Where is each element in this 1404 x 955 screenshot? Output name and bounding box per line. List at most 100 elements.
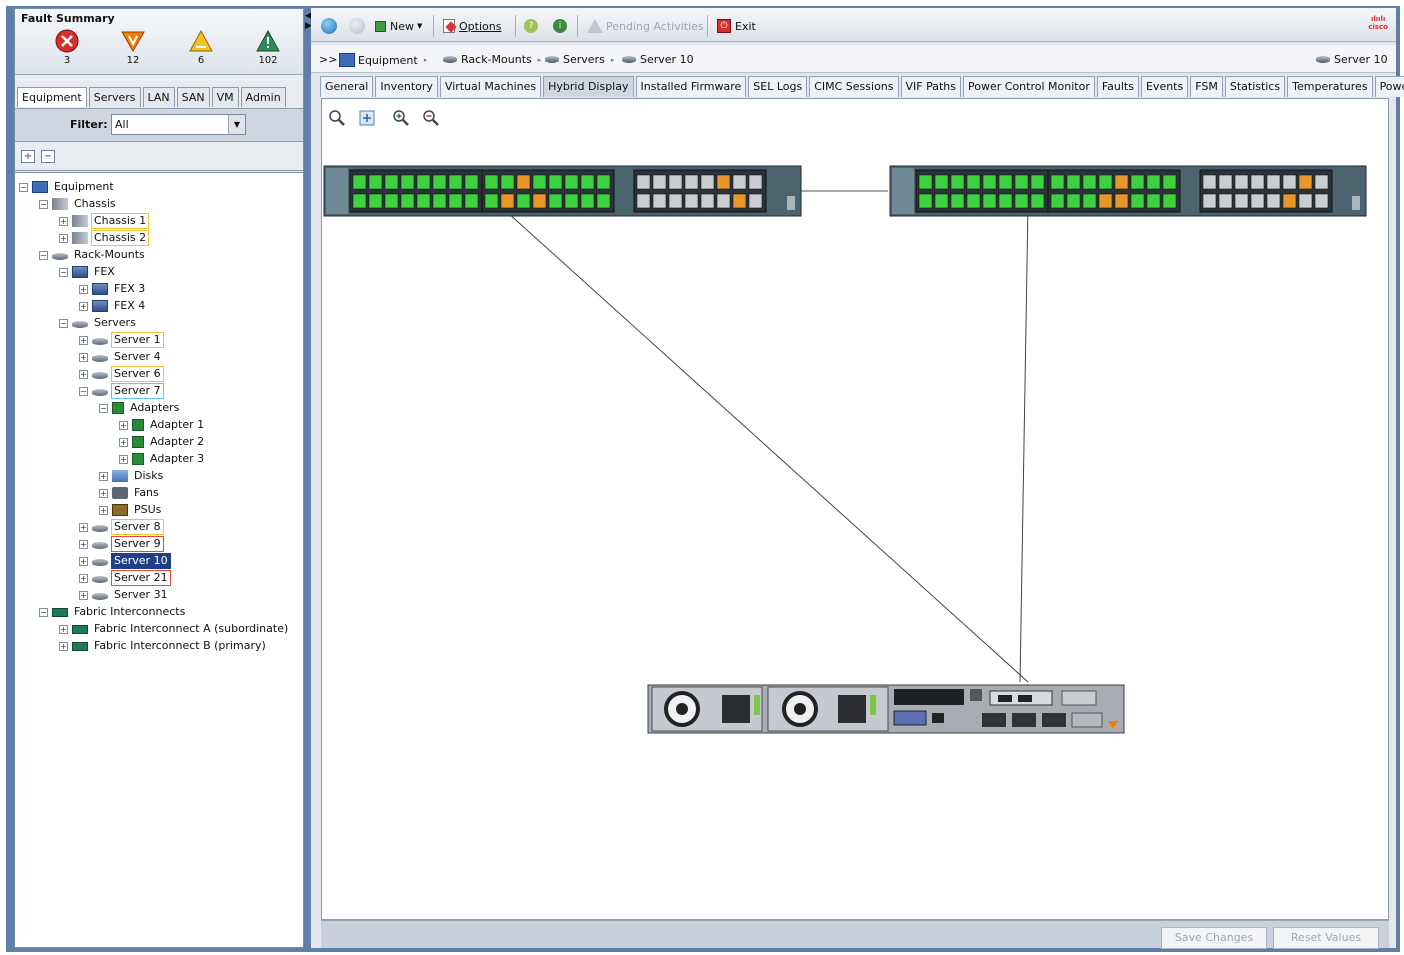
save-changes-button[interactable]: Save Changes — [1161, 927, 1267, 949]
tree-node-adapters[interactable]: − Adapters — [99, 400, 182, 416]
collapse-icon[interactable]: − — [59, 267, 68, 277]
collapse-icon[interactable]: − — [39, 199, 48, 209]
tree-node-server-8[interactable]: + Server 8 — [79, 519, 164, 535]
fabric-interconnect-a-device[interactable] — [323, 165, 802, 217]
breadcrumb-server-10[interactable]: Server 10 — [622, 53, 694, 66]
tree-node-server-6[interactable]: + Server 6 — [79, 366, 164, 382]
tree-node-fans[interactable]: + Fans — [99, 485, 162, 501]
collapse-icon[interactable]: − — [99, 403, 108, 413]
expand-icon[interactable]: + — [79, 284, 88, 294]
collapse-icon[interactable]: − — [39, 607, 48, 617]
fault-warning[interactable]: 102 — [248, 29, 288, 66]
nav-tab-vm[interactable]: VM — [211, 87, 239, 107]
help-button[interactable]: ? — [524, 17, 538, 35]
tree-node-fabric-interconnect-b[interactable]: + Fabric Interconnect B (primary) — [59, 638, 269, 654]
info-button[interactable]: i — [553, 17, 567, 35]
expand-icon[interactable]: + — [79, 352, 88, 362]
exit-button[interactable]: ⏻ Exit — [717, 17, 756, 35]
fault-critical[interactable]: 3 — [47, 29, 87, 66]
tab-cimc-sessions[interactable]: CIMC Sessions — [809, 76, 899, 97]
expand-icon[interactable]: + — [79, 539, 88, 549]
tree-node-server-7[interactable]: − Server 7 — [79, 383, 164, 399]
expand-icon[interactable]: + — [79, 301, 88, 311]
tree-node-adapter-1[interactable]: + Adapter 1 — [119, 417, 207, 433]
nav-tab-lan[interactable]: LAN — [142, 87, 175, 107]
tab-installed-firmware[interactable]: Installed Firmware — [635, 76, 747, 97]
expand-icon[interactable]: + — [59, 233, 68, 243]
tab-power-control-monitor[interactable]: Power Control Monitor — [963, 76, 1095, 97]
tab-events[interactable]: Events — [1140, 76, 1189, 97]
collapse-all-icon[interactable]: − — [41, 150, 55, 163]
tree-node-server-9[interactable]: + Server 9 — [79, 536, 164, 552]
reset-values-button[interactable]: Reset Values — [1273, 927, 1379, 949]
nav-tab-san[interactable]: SAN — [176, 87, 210, 107]
nav-tab-servers[interactable]: Servers — [88, 87, 141, 107]
expand-icon[interactable]: + — [119, 437, 128, 447]
fault-major[interactable]: 12 — [113, 29, 153, 66]
server-10-device[interactable] — [647, 684, 1125, 734]
collapse-icon[interactable]: − — [79, 386, 88, 396]
fault-minor[interactable]: 6 — [181, 29, 221, 66]
panel-splitter-icon[interactable]: ◀ ▶ — [305, 11, 312, 31]
expand-icon[interactable]: + — [79, 335, 88, 345]
tree-node-fex[interactable]: − FEX — [59, 264, 118, 280]
nav-tab-equipment[interactable]: Equipment — [17, 87, 87, 107]
nav-tab-admin[interactable]: Admin — [240, 87, 286, 107]
expand-icon[interactable]: + — [79, 573, 88, 583]
tree-node-chassis-2[interactable]: + Chassis 2 — [59, 230, 150, 246]
tab-general[interactable]: General — [320, 76, 374, 97]
expand-icon[interactable]: + — [119, 420, 128, 430]
tree-node-fex-4[interactable]: + FEX 4 — [79, 298, 148, 314]
expand-icon[interactable]: + — [99, 488, 108, 498]
breadcrumb-equipment[interactable]: Equipment ▸ — [339, 53, 427, 67]
collapse-icon[interactable]: − — [59, 318, 68, 328]
tab-fsm[interactable]: FSM — [1190, 76, 1223, 97]
new-button[interactable]: New ▼ — [375, 17, 422, 35]
expand-all-icon[interactable]: + — [21, 150, 35, 163]
breadcrumb-servers[interactable]: Servers ▸ — [545, 53, 614, 66]
fabric-interconnect-b-device[interactable] — [889, 165, 1367, 217]
tree-node-disks[interactable]: + Disks — [99, 468, 166, 484]
expand-icon[interactable]: + — [59, 216, 68, 226]
back-button[interactable] — [321, 17, 337, 35]
expand-icon[interactable]: + — [79, 369, 88, 379]
tab-vif-paths[interactable]: VIF Paths — [900, 76, 962, 97]
chevron-down-icon[interactable]: ▼ — [228, 115, 245, 134]
filter-select[interactable]: All ▼ — [111, 114, 246, 135]
tree-node-servers[interactable]: − Servers — [59, 315, 139, 331]
tab-statistics[interactable]: Statistics — [1224, 76, 1286, 97]
tree-node-fabric-interconnects[interactable]: − Fabric Interconnects — [39, 604, 188, 620]
tree-node-chassis-1[interactable]: + Chassis 1 — [59, 213, 150, 229]
tree-node-server-10[interactable]: + Server 10 — [79, 553, 171, 569]
tree-node-server-21[interactable]: + Server 21 — [79, 570, 171, 586]
tab-sel-logs[interactable]: SEL Logs — [748, 76, 808, 97]
expand-icon[interactable]: + — [59, 624, 68, 634]
tree-node-fex-3[interactable]: + FEX 3 — [79, 281, 148, 297]
expand-icon[interactable]: + — [99, 505, 108, 515]
pending-activities-button[interactable]: Pending Activities — [587, 17, 704, 35]
tree-node-psus[interactable]: + PSUs — [99, 502, 164, 518]
tree-node-equipment[interactable]: − Equipment — [19, 179, 117, 195]
tab-virtual-machines[interactable]: Virtual Machines — [439, 76, 542, 97]
collapse-icon[interactable]: − — [19, 182, 28, 192]
tree-node-server-1[interactable]: + Server 1 — [79, 332, 164, 348]
expand-icon[interactable]: + — [79, 522, 88, 532]
breadcrumb-rack-mounts[interactable]: Rack-Mounts ▸ — [443, 53, 541, 66]
expand-icon[interactable]: + — [79, 556, 88, 566]
expand-icon[interactable]: + — [59, 641, 68, 651]
tab-hybrid-display[interactable]: Hybrid Display — [543, 76, 634, 97]
expand-icon[interactable]: + — [119, 454, 128, 464]
tab-temperatures[interactable]: Temperatures — [1287, 76, 1373, 97]
tree-node-chassis[interactable]: − Chassis — [39, 196, 119, 212]
expand-icon[interactable]: + — [99, 471, 108, 481]
options-button[interactable]: Options — [443, 17, 501, 35]
tab-faults[interactable]: Faults — [1096, 76, 1139, 97]
tree-node-server-4[interactable]: + Server 4 — [79, 349, 164, 365]
tree-node-adapter-2[interactable]: + Adapter 2 — [119, 434, 207, 450]
collapse-icon[interactable]: − — [39, 250, 48, 260]
expand-icon[interactable]: + — [79, 590, 88, 600]
tab-power[interactable]: Power — [1374, 76, 1404, 97]
tab-inventory[interactable]: Inventory — [375, 76, 438, 97]
tree-node-adapter-3[interactable]: + Adapter 3 — [119, 451, 207, 467]
tree-node-fabric-interconnect-a[interactable]: + Fabric Interconnect A (subordinate) — [59, 621, 291, 637]
